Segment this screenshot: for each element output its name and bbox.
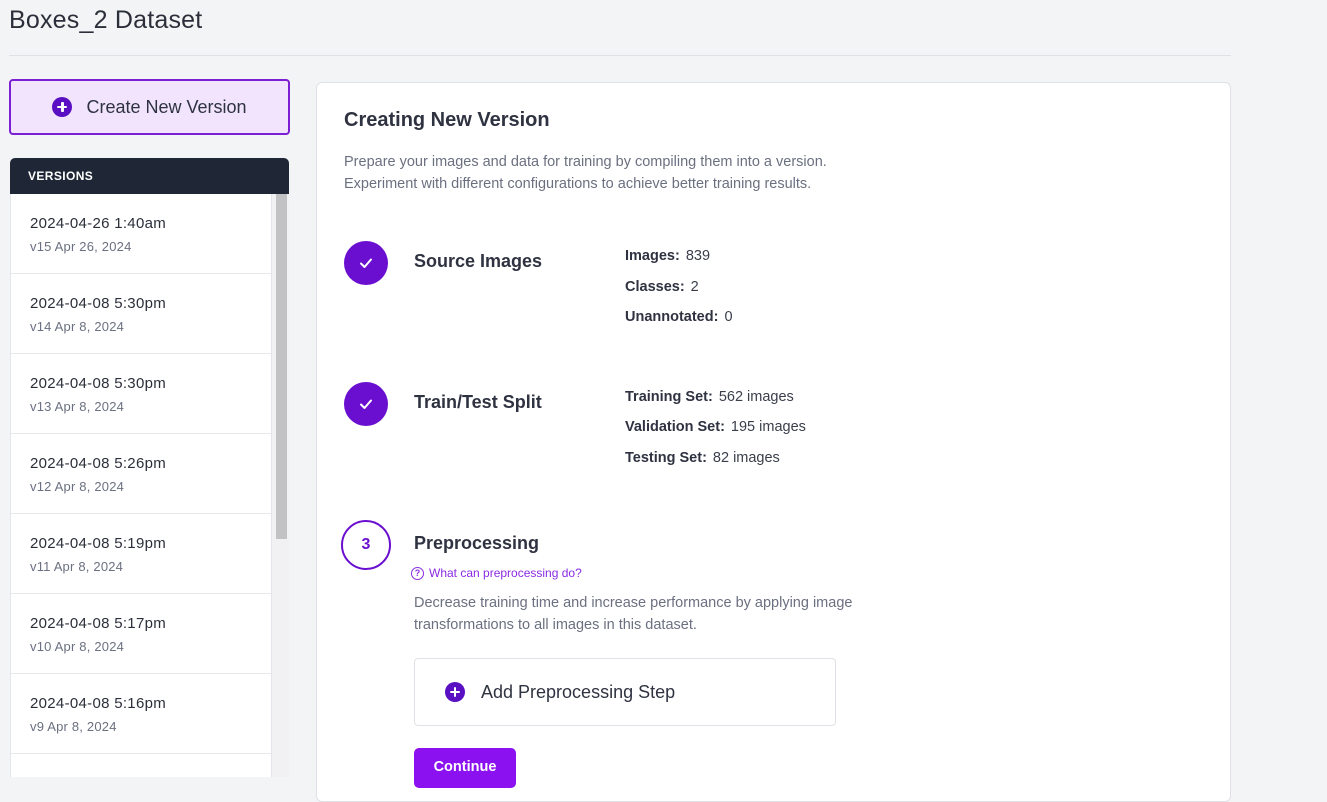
stat-value: 839 [685,248,711,264]
versions-header: VERSIONS [10,158,289,194]
version-name: 2024-04-08 5:17pm [30,615,167,632]
source-images-step-status [344,241,388,285]
version-name: 2024-04-08 5:30pm [30,375,167,392]
create-new-version-label: Create New Version [86,96,247,117]
source-images-title: Source Images [414,251,543,271]
version-item[interactable]: 2024-04-08 5:30pm v14 Apr 8, 2024 [11,274,271,354]
create-new-version-button[interactable]: Create New Version [9,79,290,135]
version-meta: v13 Apr 8, 2024 [30,399,125,414]
train-test-split-step-status [344,382,388,426]
stat-label: Images: [625,248,680,264]
version-item[interactable]: 2024-04-08 5:19pm v11 Apr 8, 2024 [11,514,271,594]
title-divider [9,55,1231,56]
source-images-stat: Classes: 2 [625,279,699,295]
version-item[interactable]: 2024-04-08 5:26pm v12 Apr 8, 2024 [11,434,271,514]
card-title: Creating New Version [344,109,550,131]
creating-version-card: Creating New Version Prepare your images… [316,82,1231,802]
versions-panel: VERSIONS 2024-04-26 1:40am v15 Apr 26, 2… [10,158,289,777]
version-name: 2024-04-08 5:16pm [30,695,167,712]
preprocessing-step-number: 3 [341,520,391,570]
stat-value: 195 images [730,419,806,435]
version-meta: v10 Apr 8, 2024 [30,639,125,654]
continue-button[interactable]: Continue [414,748,516,788]
preprocessing-description-line: transformations to all images in this da… [414,617,697,633]
version-name: 2024-04-08 5:26pm [30,455,167,472]
preprocessing-help-link[interactable]: ? What can preprocessing do? [411,566,582,580]
preprocessing-help-label: What can preprocessing do? [429,566,582,580]
stat-label: Classes: [625,279,685,295]
source-images-stat: Images: 839 [625,248,710,264]
stat-value: 2 [690,279,699,295]
stat-label: Validation Set: [625,419,725,435]
versions-scrollbar[interactable] [271,194,289,777]
stat-label: Testing Set: [625,450,707,466]
version-meta: v11 Apr 8, 2024 [30,559,124,574]
card-description-line: Experiment with different configurations… [344,176,812,192]
version-meta: v15 Apr 26, 2024 [30,239,132,254]
stat-value: 562 images [718,389,794,405]
stat-value: 82 images [712,450,780,466]
stat-label: Unannotated: [625,309,719,325]
card-description: Prepare your images and data for trainin… [344,151,964,195]
version-item[interactable]: 2024-04-08 5:16pm v9 Apr 8, 2024 [11,674,271,754]
version-item[interactable]: 2024-04-26 1:40am v15 Apr 26, 2024 [11,194,271,274]
version-item[interactable] [11,754,271,777]
version-name: 2024-04-08 5:30pm [30,295,167,312]
question-circle-icon: ? [411,566,424,580]
versions-scrollbar-thumb[interactable] [276,194,287,539]
stat-value: 0 [724,309,733,325]
stat-label: Training Set: [625,389,713,405]
train-test-split-stat: Training Set: 562 images [625,389,794,405]
plus-circle-icon [445,682,465,702]
card-description-line: Prepare your images and data for trainin… [344,154,827,170]
add-preprocessing-step-label: Add Preprocessing Step [481,681,676,702]
version-name: 2024-04-26 1:40am [30,215,167,232]
preprocessing-description: Decrease training time and increase perf… [414,592,934,636]
versions-list: 2024-04-26 1:40am v15 Apr 26, 2024 2024-… [10,194,271,777]
version-meta: v9 Apr 8, 2024 [30,719,117,734]
version-item[interactable]: 2024-04-08 5:17pm v10 Apr 8, 2024 [11,594,271,674]
version-item[interactable]: 2024-04-08 5:30pm v13 Apr 8, 2024 [11,354,271,434]
checkmark-icon [360,399,372,409]
version-meta: v12 Apr 8, 2024 [30,479,125,494]
train-test-split-stat: Validation Set: 195 images [625,419,806,435]
version-meta: v14 Apr 8, 2024 [30,319,125,334]
add-preprocessing-step-button[interactable]: Add Preprocessing Step [414,658,836,726]
source-images-stat: Unannotated: 0 [625,309,733,325]
page-title: Boxes_2 Dataset [9,6,203,34]
train-test-split-stat: Testing Set: 82 images [625,450,780,466]
train-test-split-title: Train/Test Split [414,392,542,412]
version-name: 2024-04-08 5:19pm [30,535,167,552]
preprocessing-title: Preprocessing [414,533,540,553]
plus-circle-icon [52,97,73,117]
checkmark-icon [360,258,372,268]
preprocessing-description-line: Decrease training time and increase perf… [414,595,853,611]
